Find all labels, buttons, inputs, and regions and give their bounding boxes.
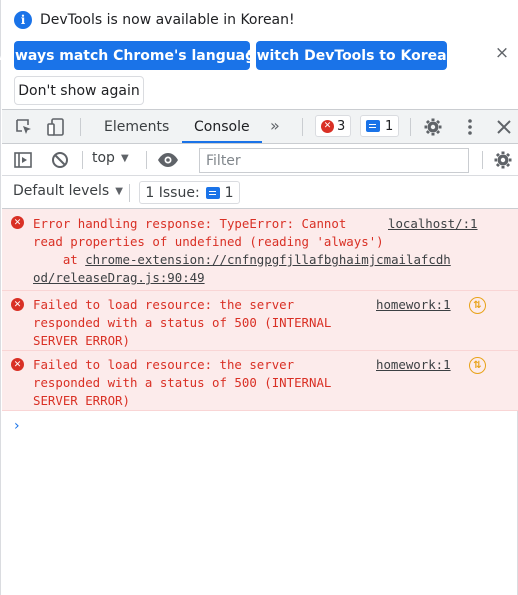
source-link[interactable]: homework:1 xyxy=(376,296,451,314)
divider xyxy=(82,151,83,169)
message-icon xyxy=(366,120,380,132)
chevron-down-icon: ▼ xyxy=(120,152,129,164)
network-request-icon[interactable]: ⇅ xyxy=(469,297,486,314)
error-icon: ✕ xyxy=(321,119,334,133)
trace-prefix: at xyxy=(33,252,86,267)
message-line: responded with a status of 500 (INTERNAL xyxy=(33,315,332,330)
console-error-message: ✕ Failed to load resource: the server ho… xyxy=(2,351,518,411)
source-link[interactable]: homework:1 xyxy=(376,356,451,374)
gear-icon[interactable] xyxy=(423,117,443,137)
message-line: Failed to load resource: the server xyxy=(33,297,295,312)
context-label: top xyxy=(92,150,115,166)
chevron-down-icon: ▼ xyxy=(115,185,123,197)
eye-icon[interactable] xyxy=(157,150,178,170)
inspect-element-icon[interactable] xyxy=(14,117,34,137)
info-icon: i xyxy=(14,11,32,29)
language-infobar: i DevTools is now available in Korean! A… xyxy=(0,0,518,110)
prompt-chevron-icon: › xyxy=(14,418,20,434)
infobar-message-row: i DevTools is now available in Korean! xyxy=(14,10,295,30)
error-icon: ✕ xyxy=(11,216,24,229)
divider xyxy=(410,118,411,136)
log-levels-label: Default levels xyxy=(13,183,110,199)
close-devtools-icon[interactable] xyxy=(494,117,514,137)
more-tabs-icon[interactable]: » xyxy=(270,116,280,135)
infobar-message: DevTools is now available in Korean! xyxy=(40,12,295,28)
error-count-badge[interactable]: ✕ 3 xyxy=(315,115,352,137)
message-line: SERVER ERROR) xyxy=(33,333,130,348)
issues-count: 1 xyxy=(224,184,234,201)
console-toolbar: top ▼ Filter xyxy=(2,144,518,176)
console-error-message: ✕ Error handling response: TypeError: Ca… xyxy=(2,209,518,291)
console-settings-icon[interactable] xyxy=(493,150,513,170)
message-line: SERVER ERROR) xyxy=(33,393,130,408)
stack-trace-link[interactable]: chrome-extension://cnfngpgfjllafbghaimjc… xyxy=(85,252,451,267)
issue-icon xyxy=(205,186,220,199)
tab-console[interactable]: Console xyxy=(194,110,250,144)
device-toolbar-icon[interactable] xyxy=(46,117,66,137)
message-line: Error handling response: TypeError: Cann… xyxy=(33,216,347,231)
source-link[interactable]: localhost/:1 xyxy=(388,215,478,233)
network-request-icon[interactable]: ⇅ xyxy=(469,357,486,374)
divider xyxy=(302,118,303,136)
divider xyxy=(146,151,147,169)
issues-button[interactable]: 1 Issue: 1 xyxy=(139,181,240,204)
divider xyxy=(482,151,483,169)
always-match-language-button[interactable]: Always match Chrome's language xyxy=(0,41,265,70)
message-line: at chrome-extension://cnfngpgfjllafbghai… xyxy=(33,251,451,269)
error-count: 3 xyxy=(337,118,346,134)
active-tab-indicator xyxy=(182,141,262,143)
stack-trace-link-cont[interactable]: od/releaseDrag.js:90:49 xyxy=(33,270,205,285)
console-toolbar-levels: Default levels ▼ 1 Issue: 1 xyxy=(2,176,518,209)
toggle-sidebar-icon[interactable] xyxy=(13,150,33,170)
devtools-window: i DevTools is now available in Korean! A… xyxy=(0,0,518,595)
filter-input[interactable]: Filter xyxy=(199,148,469,173)
tab-elements[interactable]: Elements xyxy=(104,110,169,144)
message-line: read properties of undefined (reading 'a… xyxy=(33,234,384,249)
console-error-message: ✕ Failed to load resource: the server ho… xyxy=(2,291,518,351)
error-icon: ✕ xyxy=(11,358,24,371)
switch-to-korean-button[interactable]: Switch DevTools to Korean xyxy=(246,41,457,70)
issues-label: 1 Issue: xyxy=(145,184,200,201)
message-count: 1 xyxy=(385,118,394,134)
divider xyxy=(80,118,81,136)
log-levels-dropdown[interactable]: Default levels ▼ xyxy=(13,183,123,199)
message-line: responded with a status of 500 (INTERNAL xyxy=(33,375,332,390)
message-line: od/releaseDrag.js:90:49 xyxy=(33,269,205,287)
clear-console-icon[interactable] xyxy=(50,150,70,170)
more-options-icon[interactable] xyxy=(460,117,480,137)
dont-show-again-button[interactable]: Don't show again xyxy=(14,76,144,105)
context-selector[interactable]: top ▼ xyxy=(92,150,129,166)
divider xyxy=(129,184,130,202)
message-line: Failed to load resource: the server xyxy=(33,357,295,372)
message-count-badge[interactable]: 1 xyxy=(360,115,400,137)
console-prompt[interactable]: › xyxy=(2,411,518,439)
console-messages: ✕ Error handling response: TypeError: Ca… xyxy=(2,209,518,439)
close-icon[interactable]: × xyxy=(494,45,510,62)
error-icon: ✕ xyxy=(11,298,24,311)
main-tab-bar: Elements Console » ✕ 3 1 xyxy=(2,110,518,144)
